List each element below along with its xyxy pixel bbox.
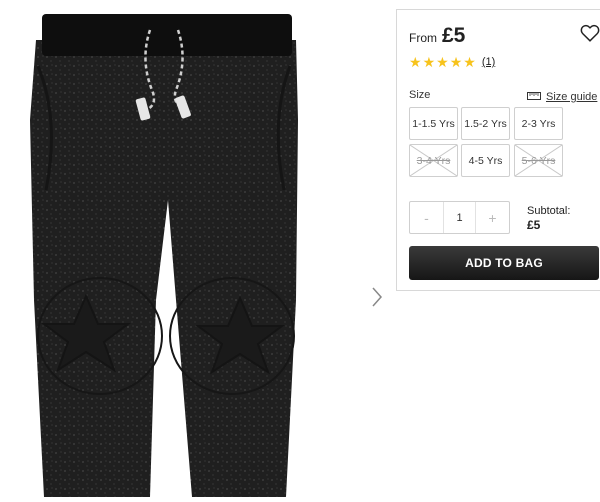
size-option[interactable]: 1-1.5 Yrs bbox=[409, 107, 458, 140]
size-option[interactable]: 4-5 Yrs bbox=[461, 144, 510, 177]
size-option-unavailable[interactable]: 5-6 Yrs bbox=[514, 144, 563, 177]
subtotal-amount: £5 bbox=[527, 218, 541, 232]
wishlist-heart-icon[interactable] bbox=[579, 22, 600, 44]
star-rating: ★ ★ ★ ★ ★ bbox=[409, 55, 476, 69]
add-to-bag-button[interactable]: ADD TO BAG bbox=[409, 246, 599, 280]
rating: ★ ★ ★ ★ ★ (1) bbox=[409, 55, 495, 69]
price-row: From £5 bbox=[409, 24, 465, 48]
quantity-value[interactable]: 1 bbox=[443, 202, 476, 233]
quantity-stepper: - 1 + bbox=[409, 201, 510, 234]
size-guide-link[interactable]: Size guide bbox=[527, 91, 597, 103]
star-icon: ★ bbox=[449, 54, 463, 70]
subtotal: Subtotal: £5 bbox=[527, 204, 570, 232]
size-option-unavailable[interactable]: 3-4 Yrs bbox=[409, 144, 458, 177]
review-count-link[interactable]: (1) bbox=[482, 56, 495, 68]
buy-panel: From £5 ★ ★ ★ ★ ★ (1) Size Size guide 1-… bbox=[396, 9, 600, 291]
ruler-icon bbox=[527, 91, 541, 103]
size-label: Size bbox=[409, 89, 431, 101]
star-icon: ★ bbox=[422, 54, 436, 70]
star-icon: ★ bbox=[463, 54, 476, 70]
joggers-illustration bbox=[30, 14, 298, 497]
quantity-increase-button[interactable]: + bbox=[476, 202, 509, 233]
next-image-chevron-icon[interactable] bbox=[369, 285, 385, 309]
product-image bbox=[0, 0, 352, 497]
size-guide-label: Size guide bbox=[546, 91, 598, 103]
quantity-decrease-button[interactable]: - bbox=[410, 202, 443, 233]
price-prefix: From bbox=[409, 31, 437, 45]
size-option[interactable]: 2-3 Yrs bbox=[514, 107, 563, 140]
price: £5 bbox=[442, 24, 466, 47]
subtotal-label: Subtotal: bbox=[527, 205, 571, 217]
size-option[interactable]: 1.5-2 Yrs bbox=[461, 107, 510, 140]
star-icon: ★ bbox=[409, 54, 422, 70]
star-icon: ★ bbox=[436, 54, 449, 70]
